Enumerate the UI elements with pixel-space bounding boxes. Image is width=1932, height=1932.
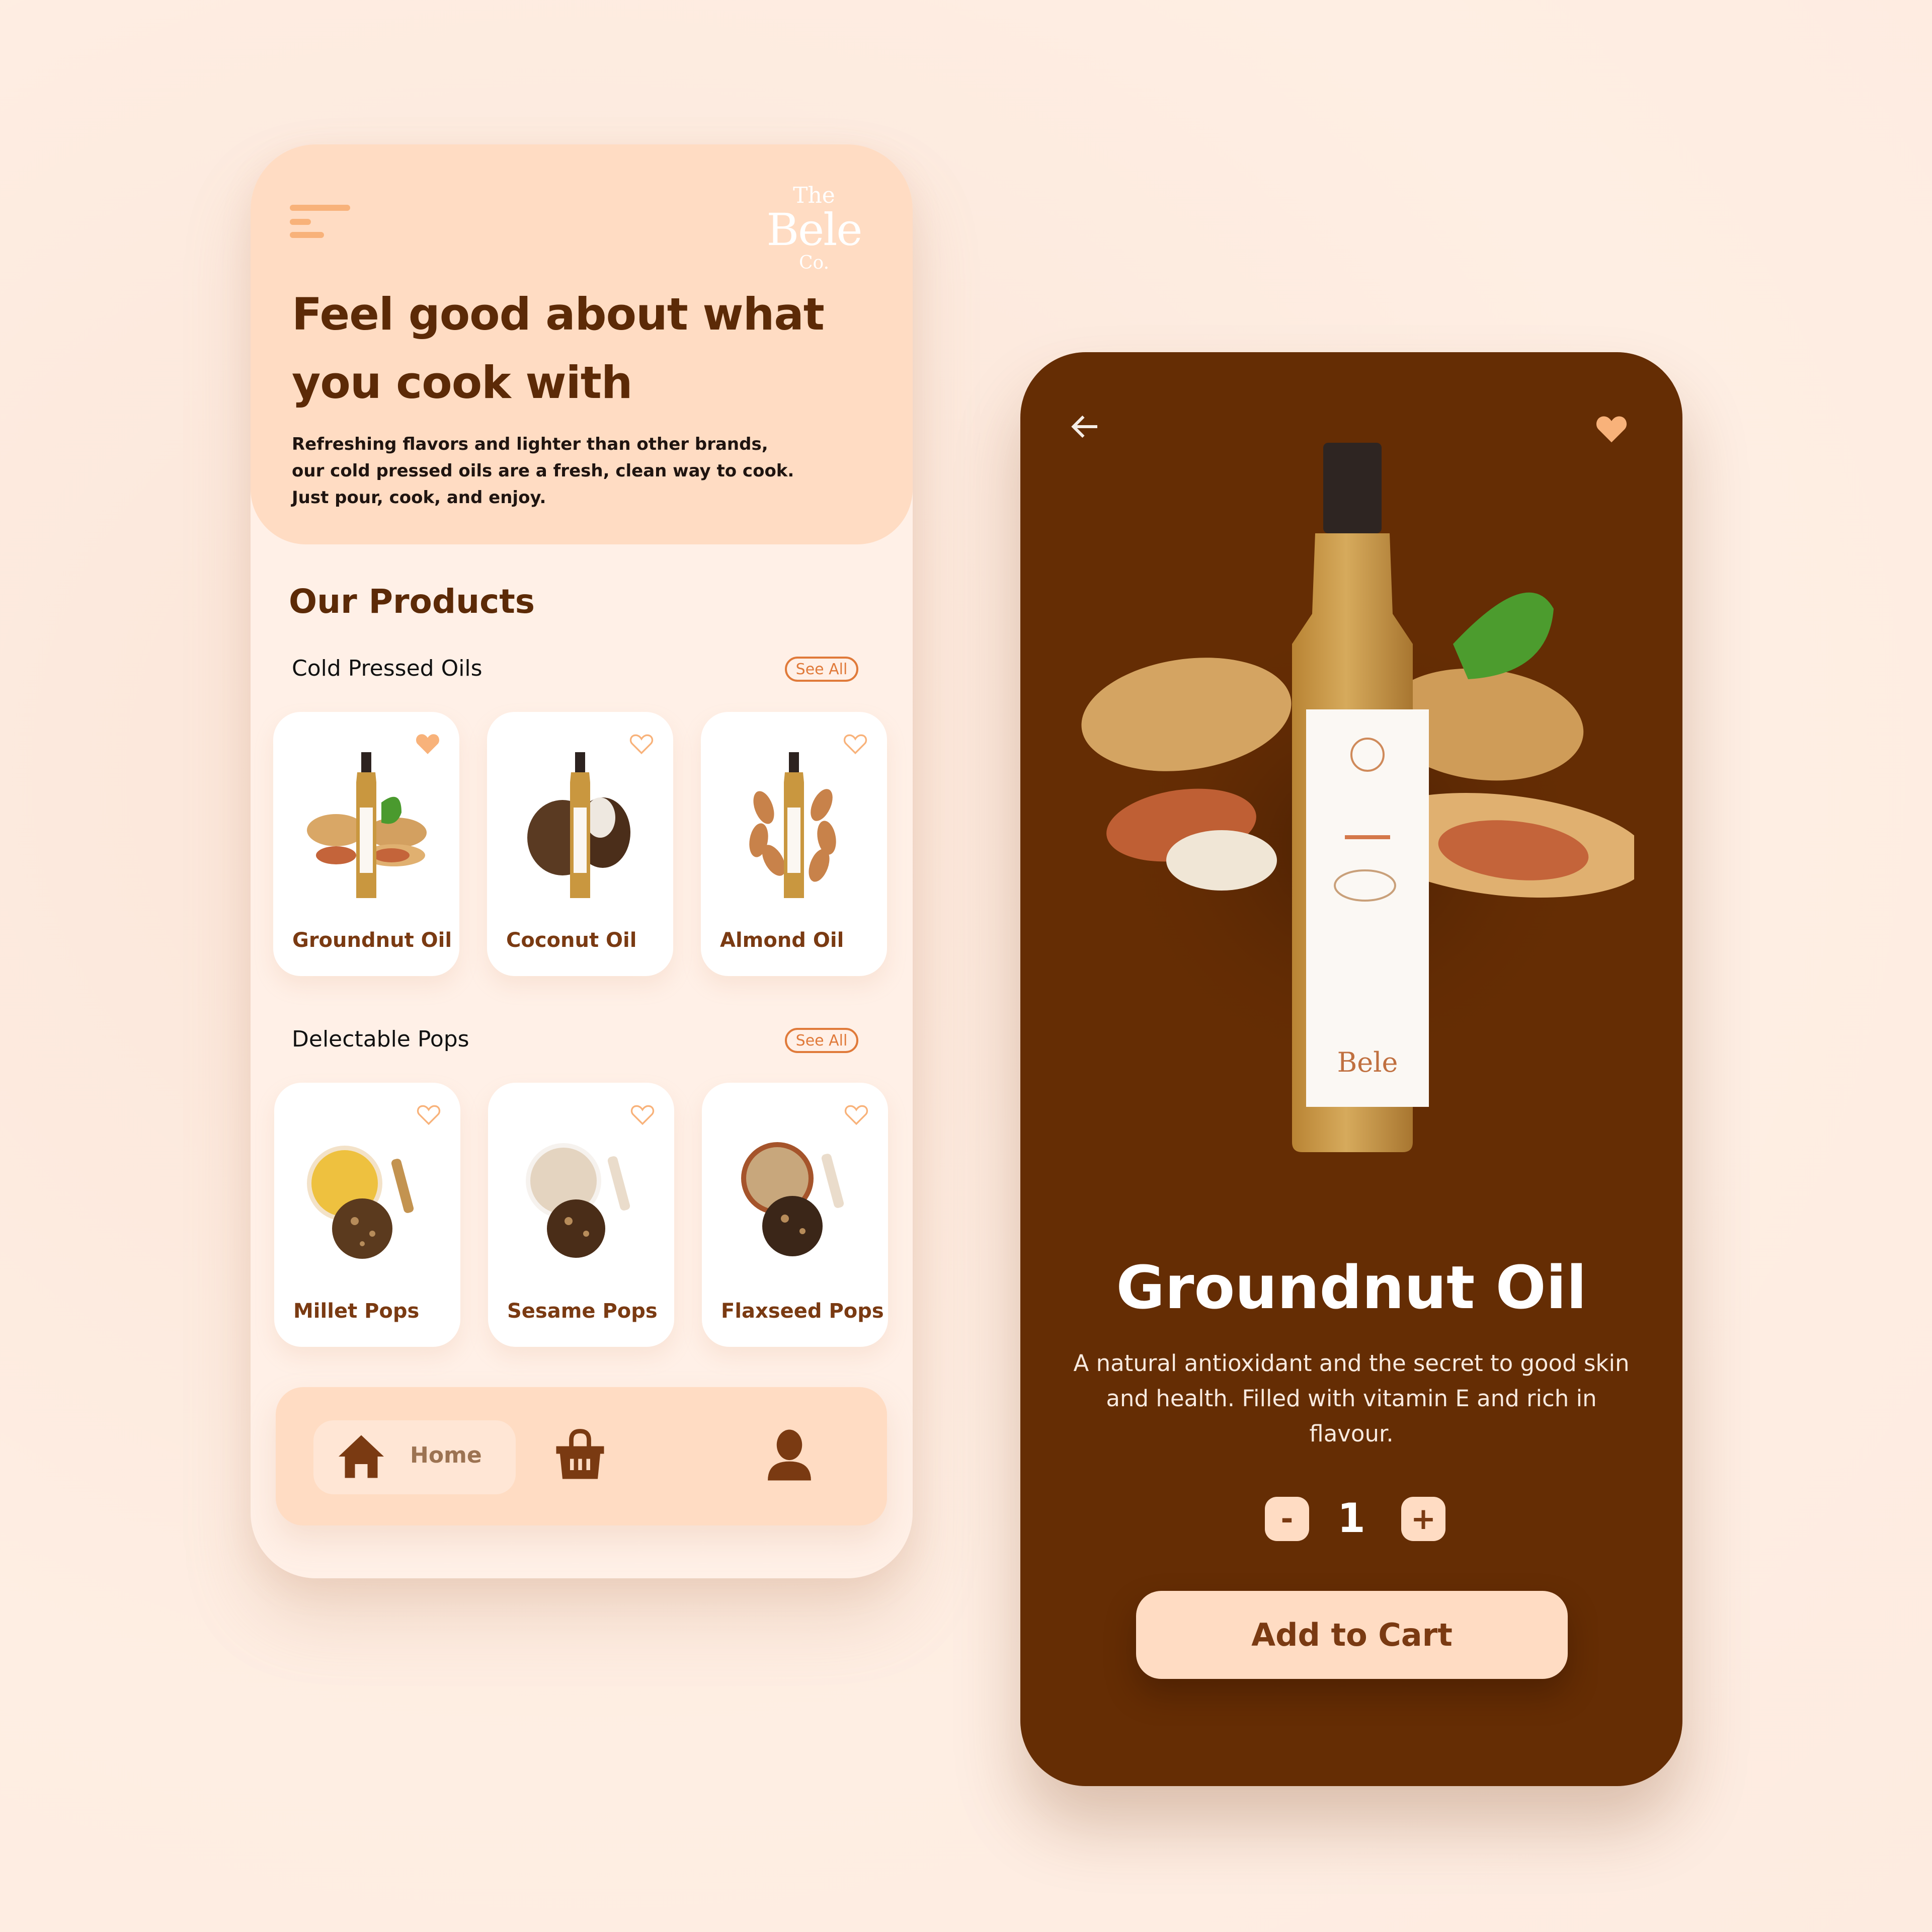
- product-detail-screen: Bele Groundnut Oil A natural antioxidant…: [1020, 352, 1682, 1786]
- see-all-pops-button[interactable]: See All: [785, 1028, 858, 1053]
- back-arrow-icon[interactable]: [1070, 412, 1100, 442]
- product-card-sesame-pops[interactable]: Sesame Pops: [488, 1083, 674, 1347]
- groundnut-oil-image: [307, 752, 427, 898]
- heart-filled-icon[interactable]: [1595, 414, 1628, 444]
- hero-description: Refreshing flavors and lighter than othe…: [292, 434, 794, 508]
- see-all-oils-button[interactable]: See All: [785, 657, 858, 682]
- basket-icon[interactable]: [555, 1428, 605, 1482]
- home-screen: The Bele Co. Feel good about what you co…: [251, 144, 913, 1578]
- quantity-value: 1: [1337, 1495, 1365, 1542]
- product-card-millet-pops[interactable]: Millet Pops: [274, 1083, 460, 1347]
- brand-logo: The Bele Co.: [764, 185, 864, 272]
- nav-home[interactable]: Home: [313, 1420, 516, 1494]
- product-description: A natural antioxidant and the secret to …: [1073, 1350, 1630, 1447]
- hero-title: Feel good about what you cook with: [292, 288, 825, 409]
- hero-banner: The Bele Co. Feel good about what you co…: [251, 144, 913, 544]
- category-title-cold-pressed-oils: Cold Pressed Oils: [292, 656, 482, 681]
- product-name: Millet Pops: [293, 1300, 420, 1323]
- product-card-groundnut-oil[interactable]: Groundnut Oil: [273, 712, 459, 976]
- svg-text:Bele: Bele: [1337, 1046, 1398, 1078]
- quantity-stepper: - 1 +: [1020, 1495, 1682, 1542]
- product-name: Sesame Pops: [507, 1300, 658, 1323]
- nav-home-label: Home: [410, 1442, 482, 1468]
- product-name: Almond Oil: [720, 929, 844, 952]
- millet-pops-image: [307, 1146, 414, 1259]
- coconut-oil-image: [527, 752, 630, 898]
- add-to-cart-button[interactable]: Add to Cart: [1136, 1591, 1568, 1679]
- user-icon[interactable]: [766, 1428, 813, 1482]
- almond-oil-image: [749, 752, 836, 898]
- brand-logo-co: Co.: [798, 253, 830, 273]
- product-card-flaxseed-pops[interactable]: Flaxseed Pops: [702, 1083, 888, 1347]
- groundnut-oil-hero-image: Bele: [1081, 443, 1634, 1152]
- section-title-our-products: Our Products: [289, 582, 535, 621]
- product-title: Groundnut Oil: [1116, 1253, 1587, 1322]
- category-title-delectable-pops: Delectable Pops: [292, 1026, 469, 1052]
- home-icon: [339, 1435, 384, 1478]
- bottom-nav: Home: [276, 1387, 887, 1525]
- menu-icon[interactable]: [290, 205, 351, 238]
- product-name: Groundnut Oil: [292, 929, 452, 952]
- sesame-pops-image: [526, 1143, 630, 1258]
- product-card-coconut-oil[interactable]: Coconut Oil: [487, 712, 673, 976]
- decrease-quantity-button[interactable]: -: [1265, 1497, 1309, 1541]
- product-name: Coconut Oil: [506, 929, 637, 952]
- flaxseed-pops-image: [741, 1142, 844, 1256]
- product-name: Flaxseed Pops: [721, 1300, 884, 1323]
- brand-logo-bele: Bele: [766, 204, 863, 256]
- increase-quantity-button[interactable]: +: [1401, 1497, 1445, 1541]
- product-card-almond-oil[interactable]: Almond Oil: [701, 712, 887, 976]
